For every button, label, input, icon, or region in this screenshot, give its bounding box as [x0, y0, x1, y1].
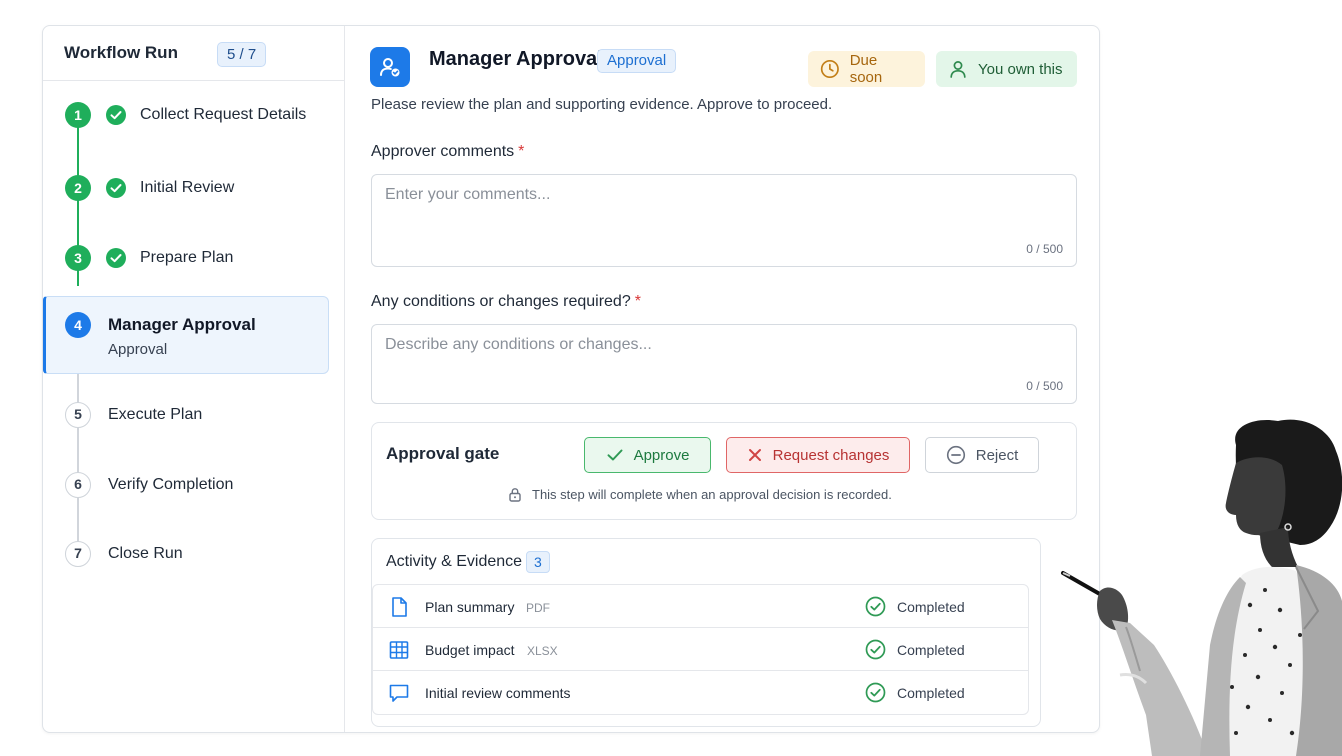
activity-item-ext: XLSX [527, 644, 558, 658]
check-circle-outline-icon [865, 596, 886, 617]
comments-char-counter: 0 / 500 [1026, 242, 1063, 256]
clock-icon [820, 59, 839, 79]
step-number: 7 [65, 541, 91, 567]
reject-button-label: Reject [975, 446, 1019, 464]
check-circle-icon [106, 178, 126, 198]
request-changes-label: Request changes [772, 446, 890, 464]
step-number: 5 [65, 402, 91, 428]
reject-button[interactable]: Reject [925, 437, 1039, 473]
step-number: 1 [65, 102, 91, 128]
step-6[interactable]: 6 Verify Completion [43, 472, 345, 498]
comments-label: Approver comments * [371, 143, 524, 161]
user-icon [950, 61, 966, 78]
step-label: Close Run [108, 545, 183, 562]
check-circle-icon [106, 105, 126, 125]
comments-field[interactable] [372, 175, 1076, 266]
spreadsheet-icon [389, 641, 409, 659]
page-title: Manager Approval [429, 48, 603, 70]
request-changes-button[interactable]: Request changes [726, 437, 910, 473]
activity-item-name: Plan summary [425, 599, 515, 615]
step-detail-panel: Manager Approval Approval Due soon You o… [346, 26, 1099, 732]
approve-button[interactable]: Approve [584, 437, 711, 473]
gate-title: Approval gate [386, 444, 500, 463]
activity-list: Plan summary PDF Completed Budget impact… [372, 584, 1029, 715]
gate-note-text: This step will complete when an approval… [532, 487, 892, 502]
presenter-photo [1061, 419, 1342, 756]
conditions-char-counter: 0 / 500 [1026, 379, 1063, 393]
close-icon [748, 449, 761, 461]
comment-icon [389, 684, 409, 702]
step-instructions: Please review the plan and supporting ev… [371, 96, 833, 113]
step-label: Initial Review [140, 179, 235, 196]
gate-note: This step will complete when an approval… [508, 487, 892, 502]
workflow-sidebar: Workflow Run 5 / 7 1 Collect Request Det… [43, 26, 345, 732]
approve-button-label: Approve [633, 446, 690, 464]
activity-evidence-panel: Activity & Evidence 3 Plan summary PDF C… [371, 538, 1041, 727]
step-label: Verify Completion [108, 476, 234, 493]
step-label: Collect Request Details [140, 106, 307, 123]
required-mark: * [518, 143, 525, 160]
step-7[interactable]: 7 Close Run [43, 541, 345, 567]
approval-gate: Approval gate Approve Request changes Re… [371, 422, 1077, 520]
sidebar-title: Workflow Run [64, 43, 178, 62]
activity-item-name: Initial review comments [425, 685, 571, 701]
step-5[interactable]: 5 Execute Plan [43, 402, 345, 428]
minus-circle-icon [946, 445, 965, 465]
activity-item-status: Completed [897, 685, 965, 701]
activity-title: Activity & Evidence [386, 553, 523, 570]
step-number: 6 [65, 472, 91, 498]
step-3[interactable]: 3 Prepare Plan [43, 245, 345, 271]
comments-label-text: Approver comments [371, 143, 515, 160]
required-mark: * [634, 293, 641, 310]
check-circle-icon [106, 248, 126, 268]
step-2[interactable]: 2 Initial Review [43, 175, 345, 201]
owner-badge: You own this [936, 51, 1077, 87]
conditions-field[interactable] [372, 325, 1076, 403]
step-label: Execute Plan [108, 406, 203, 423]
step-label: Prepare Plan [140, 249, 234, 266]
progress-badge: 5 / 7 [217, 42, 267, 67]
sidebar-header: Workflow Run 5 / 7 [43, 26, 344, 81]
step-number: 2 [65, 175, 91, 201]
activity-item-status: Completed [897, 642, 965, 658]
step-1[interactable]: 1 Collect Request Details [43, 102, 345, 128]
check-circle-outline-icon [865, 639, 886, 660]
step-label: Manager Approval [108, 315, 256, 334]
activity-item-name: Budget impact [425, 642, 515, 658]
step-number: 3 [65, 245, 91, 271]
step-type-badge: Approval [597, 49, 677, 73]
owner-label: You own this [978, 60, 1063, 78]
lock-icon [509, 488, 521, 502]
comments-field-wrapper: 0 / 500 [371, 174, 1077, 267]
step-sublabel: Approval [108, 341, 168, 358]
activity-item-ext: PDF [526, 601, 550, 615]
due-soon-label: Due soon [849, 52, 883, 86]
step-number: 4 [65, 312, 91, 338]
due-soon-badge: Due soon [808, 51, 925, 87]
approver-icon [370, 47, 410, 87]
activity-item[interactable]: Initial review comments Completed [373, 671, 1028, 714]
check-circle-outline-icon [865, 682, 886, 703]
activity-item-status: Completed [897, 599, 965, 615]
conditions-field-wrapper: 0 / 500 [371, 324, 1077, 404]
step-4[interactable]: 4 Manager Approval Approval [43, 312, 345, 358]
conditions-label-text: Any conditions or changes required? [371, 293, 631, 310]
activity-count-badge: 3 [526, 551, 550, 573]
workflow-run-card: Workflow Run 5 / 7 1 Collect Request Det… [42, 25, 1100, 733]
activity-item[interactable]: Plan summary PDF Completed [373, 585, 1028, 628]
conditions-label: Any conditions or changes required? * [371, 293, 641, 311]
check-icon [607, 449, 623, 461]
activity-item[interactable]: Budget impact XLSX Completed [373, 628, 1028, 671]
document-icon [392, 597, 407, 617]
